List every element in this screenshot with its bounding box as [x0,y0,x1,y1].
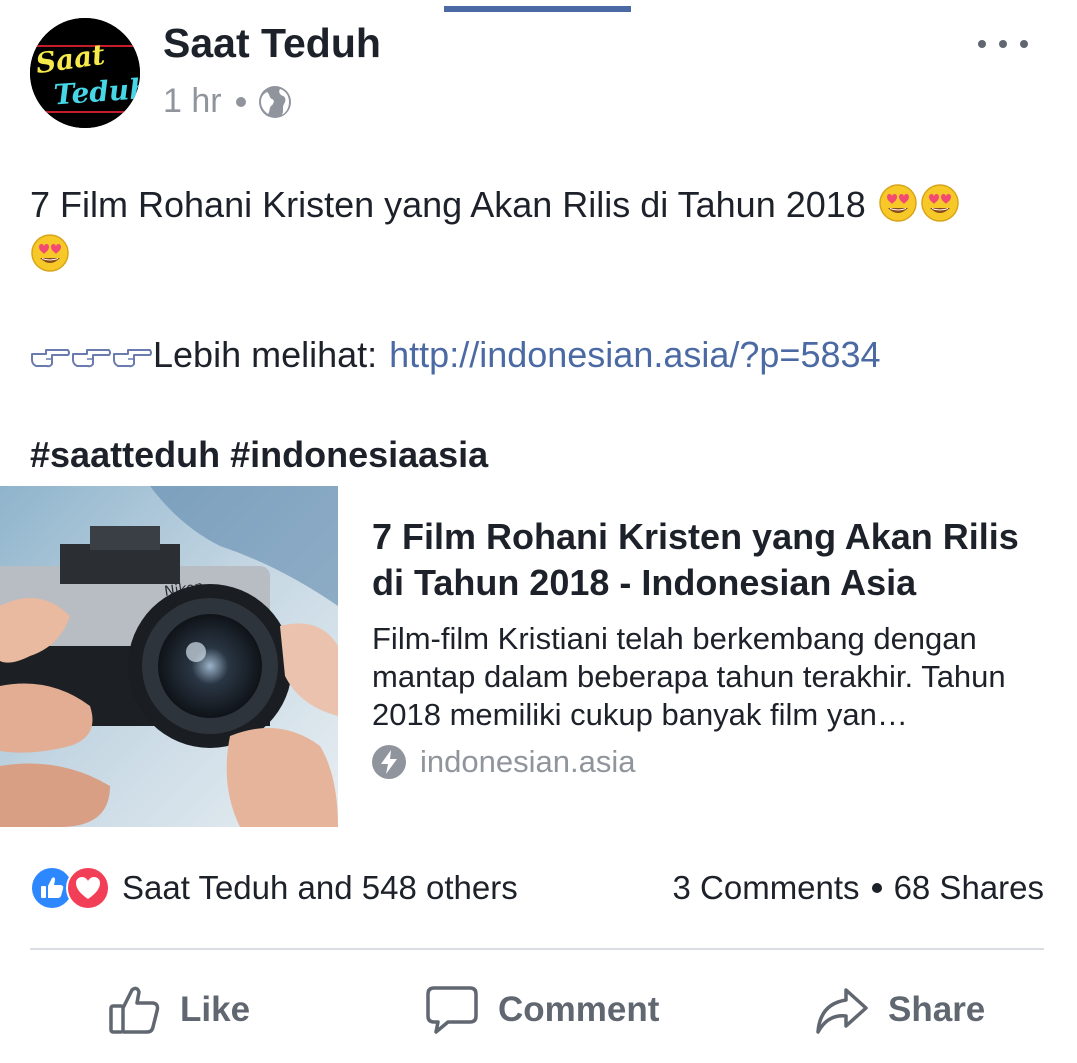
post-meta: 1 hr [163,82,292,121]
share-button[interactable]: Share [814,980,985,1040]
actions-divider [30,948,1044,950]
engagement-counts: 3 Comments 68 Shares [673,866,1045,910]
globe-icon [258,85,291,118]
share-arrow-icon [816,988,868,1034]
reactions-text: Saat Teduh and 548 others [122,869,518,906]
comment-label: Comment [498,990,660,1029]
hashtags: #saatteduh #indonesiaasia [30,430,488,480]
link-preview-description: Film-film Kristiani telah berkembang den… [372,621,1006,732]
hashtag[interactable]: #saatteduh [30,434,220,475]
link-preview-domain: indonesian.asia [372,744,635,780]
pointing-hand-icon [113,349,152,368]
love-reaction-icon [66,866,110,910]
more-dot [999,40,1007,48]
comment-button[interactable]: Comment [424,980,659,1040]
thumbs-up-icon [109,986,160,1034]
link-preview-card[interactable]: Nikon 7 Film Rohani Kristen yang Akan Ri… [0,486,1077,827]
share-label: Share [888,990,986,1029]
post-link[interactable]: http://indonesian.asia/?p=5834 [389,330,880,380]
post-time[interactable]: 1 hr [163,82,222,121]
page-avatar[interactable]: Saat Teduh [30,18,140,128]
more-dot [1020,40,1028,48]
more-dot [978,40,986,48]
heart-eyes-emoji [31,234,69,272]
scroll-indicator [444,6,631,12]
like-button[interactable]: Like [106,980,250,1040]
heart-eyes-emoji [921,184,959,222]
avatar-logo: Saat Teduh [30,18,140,128]
link-preview-image: Nikon [0,486,338,827]
link-preview-title: 7 Film Rohani Kristen yang Akan Rilis di… [372,516,1019,603]
reactions-summary[interactable]: Saat Teduh and 548 others [30,866,518,910]
hashtag[interactable]: #indonesiaasia [230,434,488,475]
link-preview-domain-text: indonesian.asia [420,744,636,779]
instant-article-bolt-icon [372,745,406,779]
shares-count[interactable]: 68 Shares [894,869,1044,907]
meta-separator [235,96,246,107]
pointing-hand-icon [31,349,70,368]
heart-eyes-emoji [879,184,917,222]
like-label: Like [180,990,251,1029]
svg-text:Teduh: Teduh [53,72,140,112]
link-prefix: Lebih melihat: [153,334,378,375]
post-text-content: 7 Film Rohani Kristen yang Akan Rilis di… [30,184,866,225]
counts-separator [871,883,882,893]
comments-count[interactable]: 3 Comments [673,869,860,907]
post-link-line: Lebih melihat: http://indonesian.asia/?p… [30,330,881,380]
comment-bubble-icon [426,986,478,1034]
post-text: 7 Film Rohani Kristen yang Akan Rilis di… [30,180,1050,280]
pointing-hand-icon [72,349,111,368]
page-name[interactable]: Saat Teduh [163,20,381,67]
more-options-button[interactable] [978,32,1028,56]
